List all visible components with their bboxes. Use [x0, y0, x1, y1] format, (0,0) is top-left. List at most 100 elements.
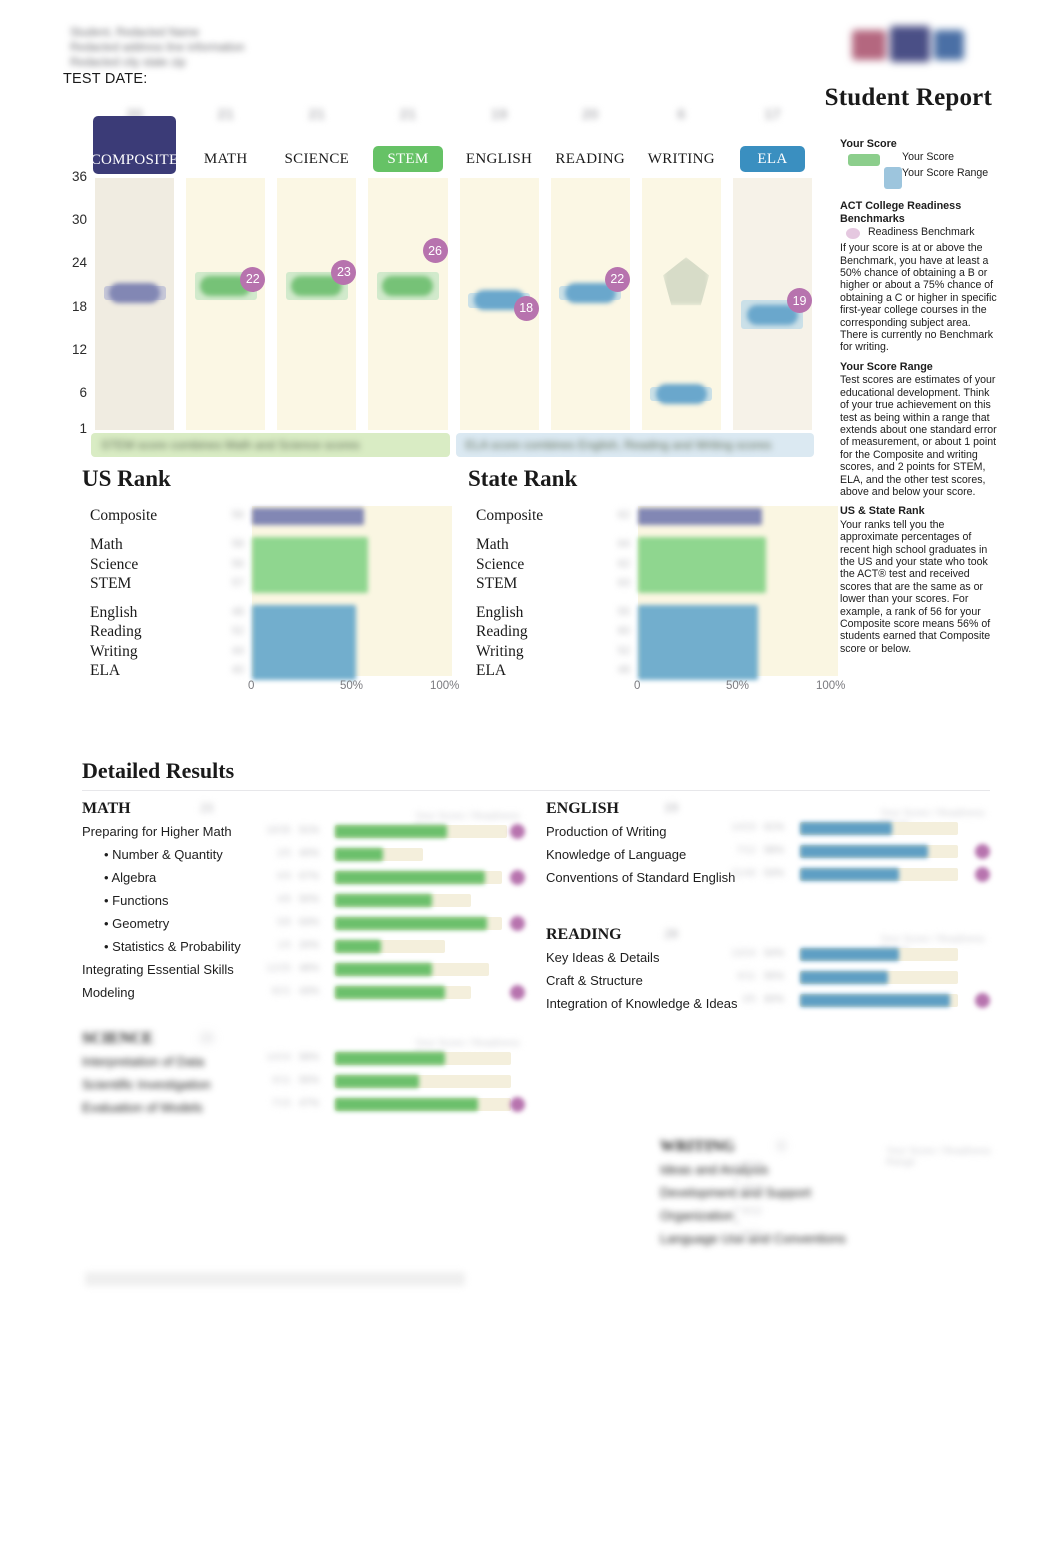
detail-row-correct: 7/15 — [271, 1098, 291, 1109]
legend-panel: Your Score Your Score Your Score Range A… — [840, 138, 1000, 662]
student-identity-block: Student, Redacted Name Redacted address … — [70, 26, 500, 71]
detail-bar-row: 4/8 50% — [255, 894, 535, 909]
rank-value: 56 — [231, 509, 244, 521]
detail-row-percent: 54% — [764, 948, 785, 959]
subject-tab-reading[interactable]: READING — [545, 146, 636, 172]
side-watermark: REPORT — [733, 1162, 741, 1242]
rank-group-gap — [596, 525, 630, 535]
benchmark-badge-math: 22 — [240, 266, 266, 292]
detail-bar-row: 9/21 43% — [255, 985, 535, 1001]
score-band-reading — [550, 178, 630, 430]
page-title: Student Report — [824, 84, 992, 111]
rank-value: 63 — [617, 576, 630, 589]
your-score-swatch-icon — [848, 154, 880, 167]
readiness-benchmark-swatch-icon — [846, 228, 860, 240]
detailed-results-divider — [82, 790, 990, 791]
legend-rank-heading: US & State Rank — [840, 505, 925, 518]
detail-bar-row: 5/8 63% — [255, 916, 535, 932]
detail-row-correct: 2/5 — [277, 848, 291, 859]
rank-bar-stem — [638, 537, 766, 594]
detail-benchmark-dot — [510, 870, 525, 885]
report-header: Student, Redacted Name Redacted address … — [0, 0, 1062, 111]
detail-bar-row: 7/12 58% — [720, 844, 1000, 860]
student-city-state: Redacted city state zip — [70, 57, 186, 69]
student-name: Student, Redacted Name — [70, 27, 200, 39]
legend-benchmark-heading: ACT College Readiness Benchmarks — [840, 200, 962, 225]
detail-row-percent: 20% — [299, 940, 320, 951]
subject-tab-science[interactable]: SCIENCE — [271, 146, 362, 172]
detail-score-english: 19 — [664, 801, 678, 816]
rank-bar-ela — [638, 605, 758, 681]
stem-combination-band: STEM score combines Math and Science sco… — [91, 433, 450, 457]
detail-row-correct: 14/23 — [730, 822, 756, 833]
detail-row-percent: 47% — [299, 1098, 320, 1109]
detail-row-percent: 51% — [299, 825, 320, 836]
score-band-science — [277, 178, 357, 430]
benchmark-badge-reading: 22 — [604, 266, 630, 292]
detail-bar-row: 6/12 — [726, 1160, 1006, 1175]
detail-bar-row: 1/5 20% — [255, 940, 535, 955]
legend-your-score-heading: Your Score — [840, 138, 897, 150]
detail-row-correct: 18/35 — [265, 825, 291, 836]
detail-row-percent: 58% — [299, 1052, 320, 1063]
detailed-results-title: Detailed Results — [82, 758, 235, 783]
detail-score-fill — [800, 868, 899, 881]
score-column-stem: 21 STEM 26 — [362, 100, 453, 460]
detail-row-percent: 55% — [299, 1075, 320, 1086]
rank-label: Math — [90, 536, 123, 554]
detail-heading-english: ENGLISH 19 — [546, 800, 678, 817]
rank-value: 52 — [231, 625, 244, 638]
stem-combination-band-text: STEM score combines Math and Science sco… — [101, 438, 360, 452]
state-rank-plot — [638, 506, 838, 681]
score-column-reading: 20 READING 22 — [545, 100, 636, 460]
score-chart-plot: 20 COMPOSITE 21 MATH 22 21 SCIENCE 23 21 STEM 26 19… — [89, 100, 818, 460]
score-value-reading: 20 — [581, 106, 599, 123]
score-chart: 36 30 24 18 12 6 1 20 COMPOSITE 21 MATH 22 21 SCIENC… — [63, 100, 818, 460]
detail-row-correct: 12/25 — [265, 963, 291, 974]
y-axis-tick: 12 — [71, 341, 87, 357]
detail-row-percent: 50% — [299, 894, 320, 905]
detail-benchmark-dot — [510, 1097, 525, 1112]
detail-score-science: 21 — [200, 1031, 214, 1046]
score-band-math — [186, 178, 266, 430]
rank-label: Math — [476, 536, 509, 554]
detail-score-fill — [800, 948, 899, 961]
detail-score-fill — [335, 1052, 445, 1065]
rank-group-gap — [210, 525, 244, 535]
subject-tab-writing[interactable]: WRITING — [636, 146, 727, 172]
detail-row-percent: 43% — [299, 986, 320, 997]
detail-benchmark-dot — [975, 844, 990, 859]
legend-benchmark-label: Readiness Benchmark — [868, 226, 975, 239]
detail-score-fill — [335, 940, 382, 953]
score-band-composite — [95, 178, 175, 430]
detail-bar-row: 14/23 61% — [720, 822, 1000, 837]
subject-tab-math[interactable]: MATH — [180, 146, 271, 172]
rank-label: Composite — [476, 507, 544, 524]
score-column-writing: 6 WRITING — [636, 100, 727, 460]
detail-row-percent: 53% — [764, 868, 785, 879]
rank-value: 60 — [617, 625, 630, 638]
rank-value: 44 — [231, 644, 244, 657]
subject-tab-english[interactable]: ENGLISH — [454, 146, 545, 172]
detail-score-fill — [335, 871, 485, 884]
rank-value: 48 — [617, 664, 630, 677]
us-rank-title: US Rank — [82, 466, 171, 491]
detail-bar-row: 6/12 — [726, 1206, 1006, 1221]
detail-benchmark-dot — [510, 916, 525, 931]
rank-label: ELA — [476, 662, 507, 680]
rank-group-gap — [476, 593, 596, 603]
rank-label: Composite — [90, 507, 158, 524]
detail-bar-row: 6/9 67% — [255, 870, 535, 886]
state-rank-values: 62 64 62 63 55 60 52 48 — [596, 506, 630, 680]
detail-score-fill — [800, 845, 928, 858]
us-rank-labels: Composite Math Science STEM English Reading Wr… — [90, 506, 210, 680]
subject-tab-ela[interactable]: ELA — [739, 146, 806, 172]
subject-tab-stem[interactable]: STEM — [373, 146, 443, 172]
y-axis-tick: 24 — [71, 255, 87, 271]
detail-bar-row: 6/12 — [726, 1229, 1006, 1244]
rank-value: 55 — [617, 606, 630, 619]
score-chart-y-axis: 36 30 24 18 12 6 1 — [63, 100, 87, 460]
detail-bar-row: 6/11 55% — [720, 971, 1000, 986]
subject-tab-composite[interactable]: COMPOSITE — [91, 116, 178, 174]
detail-heading-writing: WRITING 6 — [660, 1138, 785, 1155]
